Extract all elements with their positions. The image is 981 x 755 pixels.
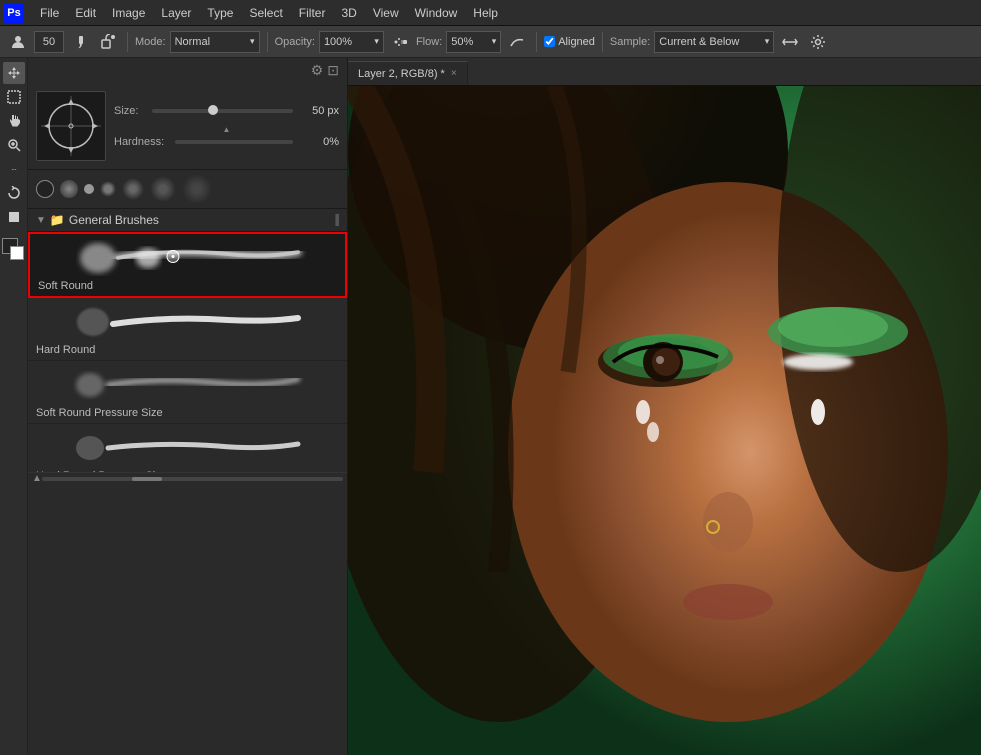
brush-swatch-lrg1[interactable] bbox=[122, 178, 144, 200]
brush-swatch-med[interactable] bbox=[100, 181, 116, 197]
mode-label: Mode: bbox=[135, 36, 166, 48]
tab-close-icon[interactable]: × bbox=[451, 68, 457, 79]
mode-dropdown[interactable]: Normal bbox=[170, 31, 260, 53]
zoom-tool[interactable] bbox=[3, 134, 25, 156]
ps-logo: Ps bbox=[4, 3, 24, 23]
rotate-tool[interactable] bbox=[3, 182, 25, 204]
brush-scroll-thumb[interactable] bbox=[132, 477, 162, 481]
brush-icon[interactable] bbox=[68, 30, 92, 54]
hardness-value: 0% bbox=[299, 136, 339, 148]
brush-swatch-small[interactable] bbox=[84, 184, 94, 194]
gear-icon[interactable]: ⚙ bbox=[311, 62, 324, 79]
soft-round-preview-img bbox=[38, 238, 337, 278]
airbrush-icon[interactable] bbox=[388, 30, 412, 54]
menu-image[interactable]: Image bbox=[104, 4, 153, 22]
menu-filter[interactable]: Filter bbox=[291, 4, 334, 22]
menu-window[interactable]: Window bbox=[407, 4, 466, 22]
soft-round-pressure-img bbox=[36, 365, 339, 405]
portrait-svg bbox=[348, 86, 981, 755]
brush-item-hard-round[interactable]: Hard Round bbox=[28, 298, 347, 361]
soft-round-label: Soft Round bbox=[38, 280, 337, 292]
resize-icon[interactable]: ⊡ bbox=[327, 62, 339, 79]
canvas-content[interactable] bbox=[348, 86, 981, 755]
sample-label: Sample: bbox=[610, 36, 650, 48]
left-tool-panel: ··· bbox=[0, 58, 28, 755]
aligned-checkbox-group: Aligned bbox=[544, 36, 595, 48]
brush-scroll-track[interactable] bbox=[42, 477, 343, 481]
brush-item-hard-round-pressure[interactable]: Hard Round Pressure Size bbox=[28, 424, 347, 472]
flip-icon[interactable] bbox=[778, 30, 802, 54]
user-icon[interactable] bbox=[6, 30, 30, 54]
brush-scrollbar[interactable]: ▲ bbox=[28, 472, 347, 484]
options-toolbar: 50 Mode: Normal Opacity: 100% Flow: 50% bbox=[0, 26, 981, 58]
canvas-area: Layer 2, RGB/8) * × bbox=[348, 58, 981, 755]
folder-label: General Brushes bbox=[69, 213, 159, 227]
menu-select[interactable]: Select bbox=[241, 4, 290, 22]
size-value: 50 px bbox=[299, 105, 339, 117]
sep-2 bbox=[267, 32, 268, 52]
scroll-up-icon[interactable]: ▲ bbox=[32, 473, 42, 484]
marquee-tool[interactable] bbox=[3, 86, 25, 108]
shape-tool[interactable] bbox=[3, 206, 25, 228]
size-arrow bbox=[114, 123, 339, 136]
menu-bar: Ps File Edit Image Layer Type Select Fil… bbox=[0, 0, 981, 26]
hard-round-preview-img bbox=[36, 302, 339, 342]
brush-swatch-soft[interactable] bbox=[60, 180, 78, 198]
brush-item-soft-round-pressure[interactable]: Soft Round Pressure Size bbox=[28, 361, 347, 424]
brush-settings-area: Size: 50 px Hardness: 0% bbox=[28, 83, 347, 170]
hard-round-pressure-img bbox=[36, 428, 339, 468]
hard-round-pressure-label: Hard Round Pressure Size bbox=[36, 470, 339, 472]
sep-1 bbox=[127, 32, 128, 52]
opacity-label: Opacity: bbox=[275, 36, 315, 48]
brush-preview bbox=[36, 91, 106, 161]
flow-label: Flow: bbox=[416, 36, 442, 48]
menu-3d[interactable]: 3D bbox=[333, 4, 364, 22]
tab-bar: Layer 2, RGB/8) * × bbox=[348, 58, 981, 86]
brush-folder-header[interactable]: ▼ 📁 General Brushes ▐ bbox=[28, 209, 347, 232]
sample-dropdown[interactable]: Current & Below bbox=[654, 31, 774, 53]
menu-view[interactable]: View bbox=[365, 4, 407, 22]
background-color[interactable] bbox=[10, 246, 24, 260]
hard-round-label: Hard Round bbox=[36, 344, 339, 356]
tab-label: Layer 2, RGB/8) * bbox=[358, 68, 445, 80]
brush-panel: ⚙ ⊡ Size: bbox=[28, 58, 348, 755]
menu-help[interactable]: Help bbox=[465, 4, 506, 22]
brush-swatch-lrg2[interactable] bbox=[150, 176, 176, 202]
brush-swatch-lrg3[interactable] bbox=[182, 174, 212, 204]
sep-4 bbox=[602, 32, 603, 52]
hardness-label: Hardness: bbox=[114, 136, 169, 148]
brush-list: Soft Round Hard Round bbox=[28, 232, 347, 472]
hardness-slider[interactable] bbox=[175, 140, 293, 144]
clone-stamp-icon[interactable] bbox=[96, 30, 120, 54]
canvas-tab[interactable]: Layer 2, RGB/8) * × bbox=[348, 61, 468, 85]
brush-item-soft-round[interactable]: Soft Round bbox=[28, 232, 347, 298]
size-slider[interactable] bbox=[152, 109, 293, 113]
brush-swatch-solid[interactable] bbox=[36, 180, 54, 198]
brush-type-row bbox=[28, 170, 347, 209]
menu-edit[interactable]: Edit bbox=[67, 4, 104, 22]
menu-layer[interactable]: Layer bbox=[153, 4, 199, 22]
size-label: Size: bbox=[114, 105, 146, 117]
settings-icon[interactable] bbox=[806, 30, 830, 54]
aligned-label: Aligned bbox=[558, 36, 595, 48]
brush-size-settings: Size: 50 px Hardness: 0% bbox=[114, 105, 339, 148]
color-swatches bbox=[2, 238, 26, 262]
extra-tools[interactable]: ··· bbox=[3, 158, 25, 180]
menu-type[interactable]: Type bbox=[199, 4, 241, 22]
folder-icon: 📁 bbox=[50, 213, 65, 227]
hand-tool[interactable] bbox=[3, 110, 25, 132]
aligned-checkbox[interactable] bbox=[544, 36, 555, 47]
menu-file[interactable]: File bbox=[32, 4, 67, 22]
folder-arrow-icon: ▼ bbox=[36, 215, 46, 226]
smoothing-icon[interactable] bbox=[505, 30, 529, 54]
brush-size-display: 50 bbox=[34, 31, 64, 53]
move-tool[interactable] bbox=[3, 62, 25, 84]
sep-3 bbox=[536, 32, 537, 52]
opacity-dropdown[interactable]: 100% bbox=[319, 31, 384, 53]
flow-dropdown[interactable]: 50% bbox=[446, 31, 501, 53]
soft-round-pressure-label: Soft Round Pressure Size bbox=[36, 407, 339, 419]
